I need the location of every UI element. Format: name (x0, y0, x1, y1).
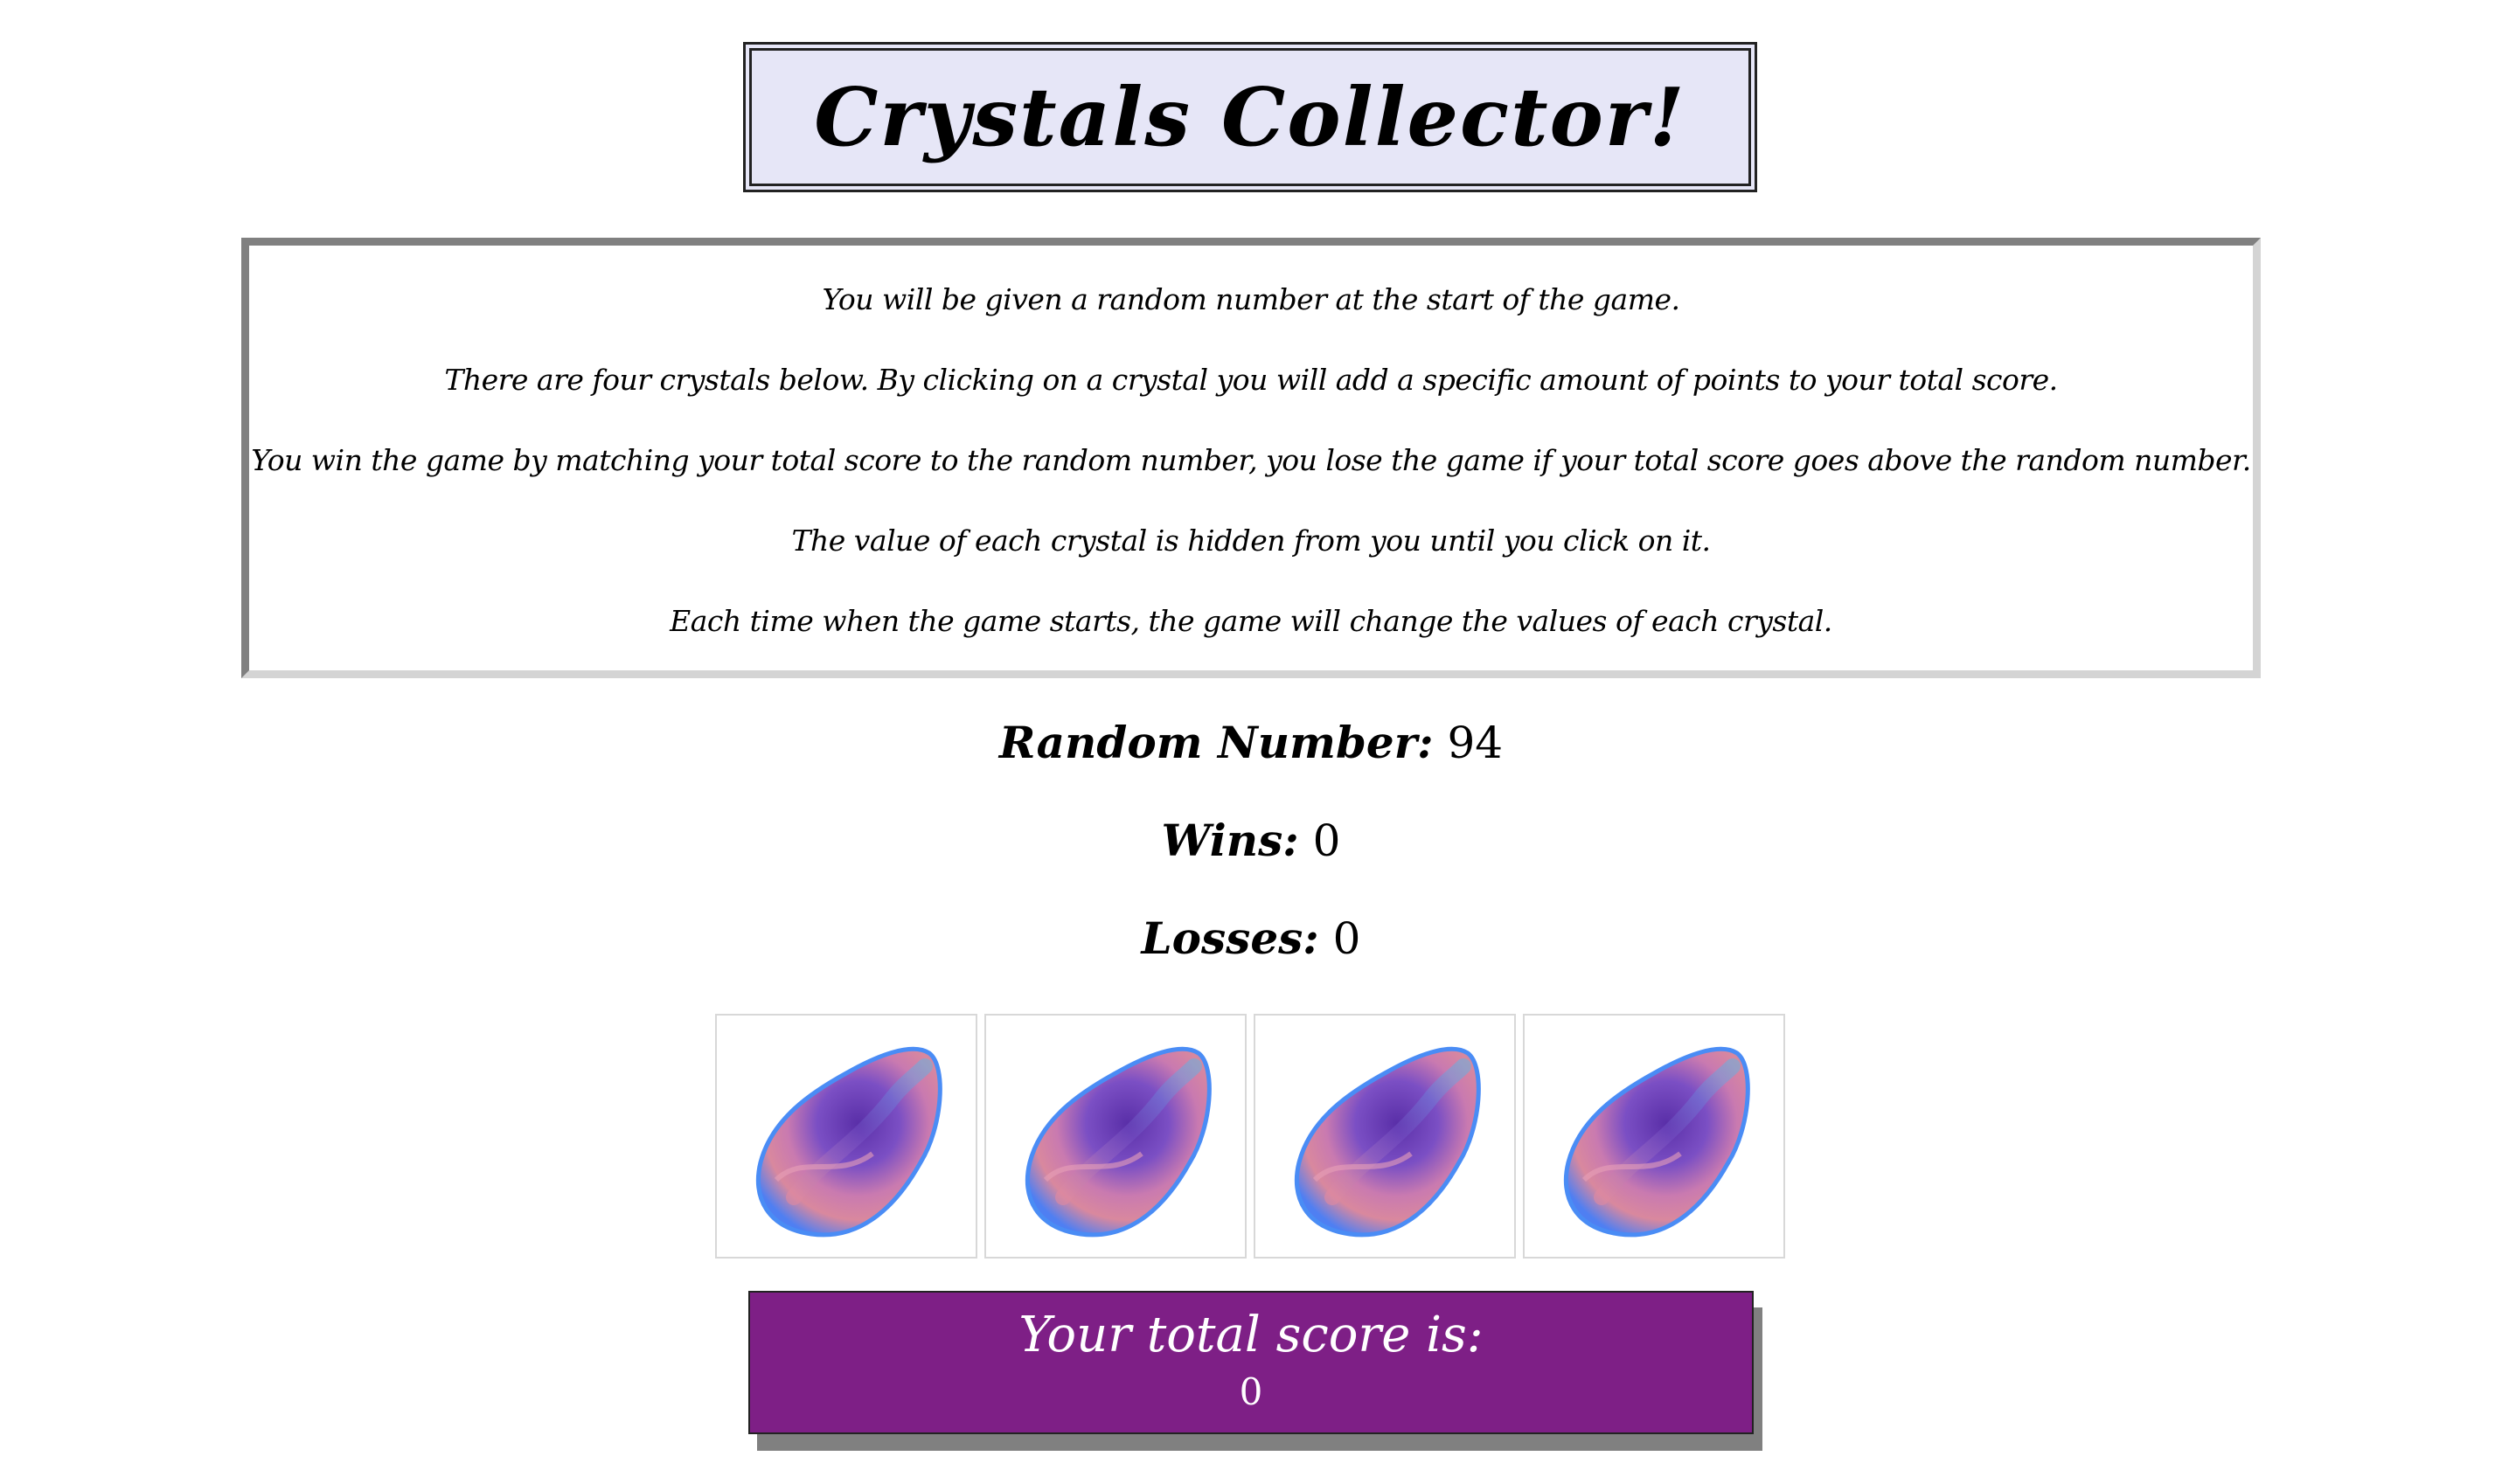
losses-value: 0 (1332, 913, 1361, 964)
losses-label: Losses: (1141, 912, 1319, 964)
crystal-row (715, 1014, 1785, 1259)
random-number-value: 94 (1447, 718, 1504, 768)
crystal-button-3[interactable] (1254, 1014, 1516, 1259)
score-panel: Your total score is: 0 (748, 1291, 1754, 1434)
page-title: Crystals Collector! (814, 70, 1686, 164)
random-number-label: Random Number: (998, 717, 1434, 768)
crystal-button-4[interactable] (1523, 1014, 1785, 1259)
instruction-line: You win the game by matching your total … (251, 443, 2251, 477)
random-number-display: Random Number: 94 (0, 717, 2502, 768)
crystal-button-1[interactable] (715, 1014, 977, 1259)
score-value: 0 (1239, 1370, 1263, 1413)
instruction-line: Each time when the game starts, the game… (670, 604, 1832, 638)
crystal-icon (1563, 1046, 1750, 1238)
crystal-icon (1025, 1046, 1212, 1238)
crystal-icon (1294, 1046, 1481, 1238)
instructions-panel: You will be given a random number at the… (241, 238, 2261, 678)
score-label: Your total score is: (1018, 1307, 1484, 1363)
instruction-line: You will be given a random number at the… (822, 282, 1680, 316)
instruction-line: The value of each crystal is hidden from… (791, 524, 1711, 558)
losses-display: Losses: 0 (0, 912, 2502, 964)
wins-display: Wins: 0 (0, 815, 2502, 866)
crystal-button-2[interactable] (984, 1014, 1247, 1259)
title-banner: Crystals Collector! (743, 42, 1757, 192)
instruction-line: There are four crystals below. By clicki… (444, 363, 2058, 397)
wins-value: 0 (1312, 815, 1341, 866)
crystal-icon (755, 1046, 942, 1238)
wins-label: Wins: (1161, 815, 1299, 866)
